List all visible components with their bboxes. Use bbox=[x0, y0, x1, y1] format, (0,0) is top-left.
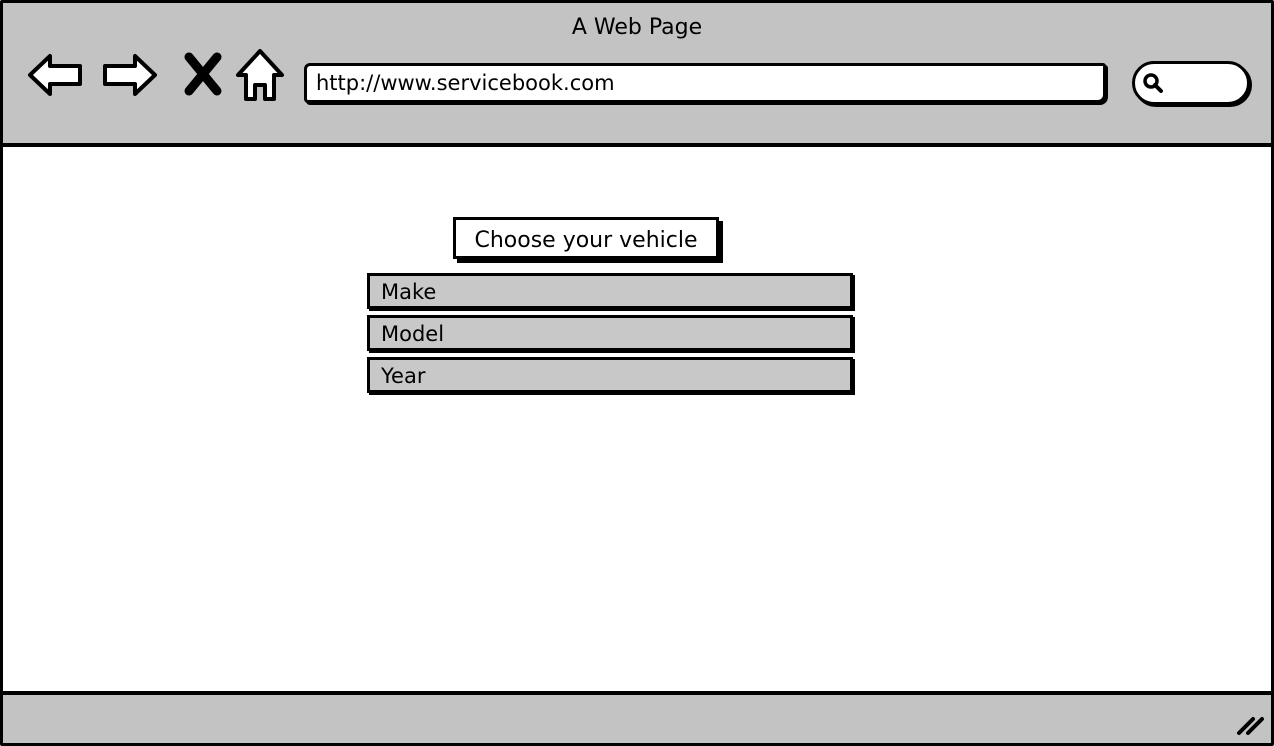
browser-window: A Web Page http://www.servicebook.com Ch… bbox=[0, 0, 1274, 746]
window-title: A Web Page bbox=[571, 15, 703, 40]
browser-toolbar: A Web Page http://www.servicebook.com bbox=[3, 3, 1271, 147]
search-input[interactable] bbox=[1132, 61, 1250, 105]
make-dropdown[interactable]: Make bbox=[367, 273, 853, 309]
home-icon[interactable] bbox=[230, 45, 290, 105]
page-content: Choose your vehicle Make Model Year bbox=[3, 147, 1271, 691]
model-dropdown[interactable]: Model bbox=[367, 315, 853, 351]
stop-icon[interactable] bbox=[173, 45, 233, 105]
resize-grip-icon[interactable] bbox=[1233, 709, 1267, 737]
forward-arrow-icon[interactable] bbox=[100, 45, 160, 105]
search-icon bbox=[1143, 73, 1163, 93]
page-heading: Choose your vehicle bbox=[453, 217, 719, 259]
back-arrow-icon[interactable] bbox=[25, 45, 85, 105]
address-bar[interactable]: http://www.servicebook.com bbox=[304, 63, 1106, 103]
status-bar bbox=[3, 691, 1271, 743]
year-dropdown[interactable]: Year bbox=[367, 357, 853, 393]
